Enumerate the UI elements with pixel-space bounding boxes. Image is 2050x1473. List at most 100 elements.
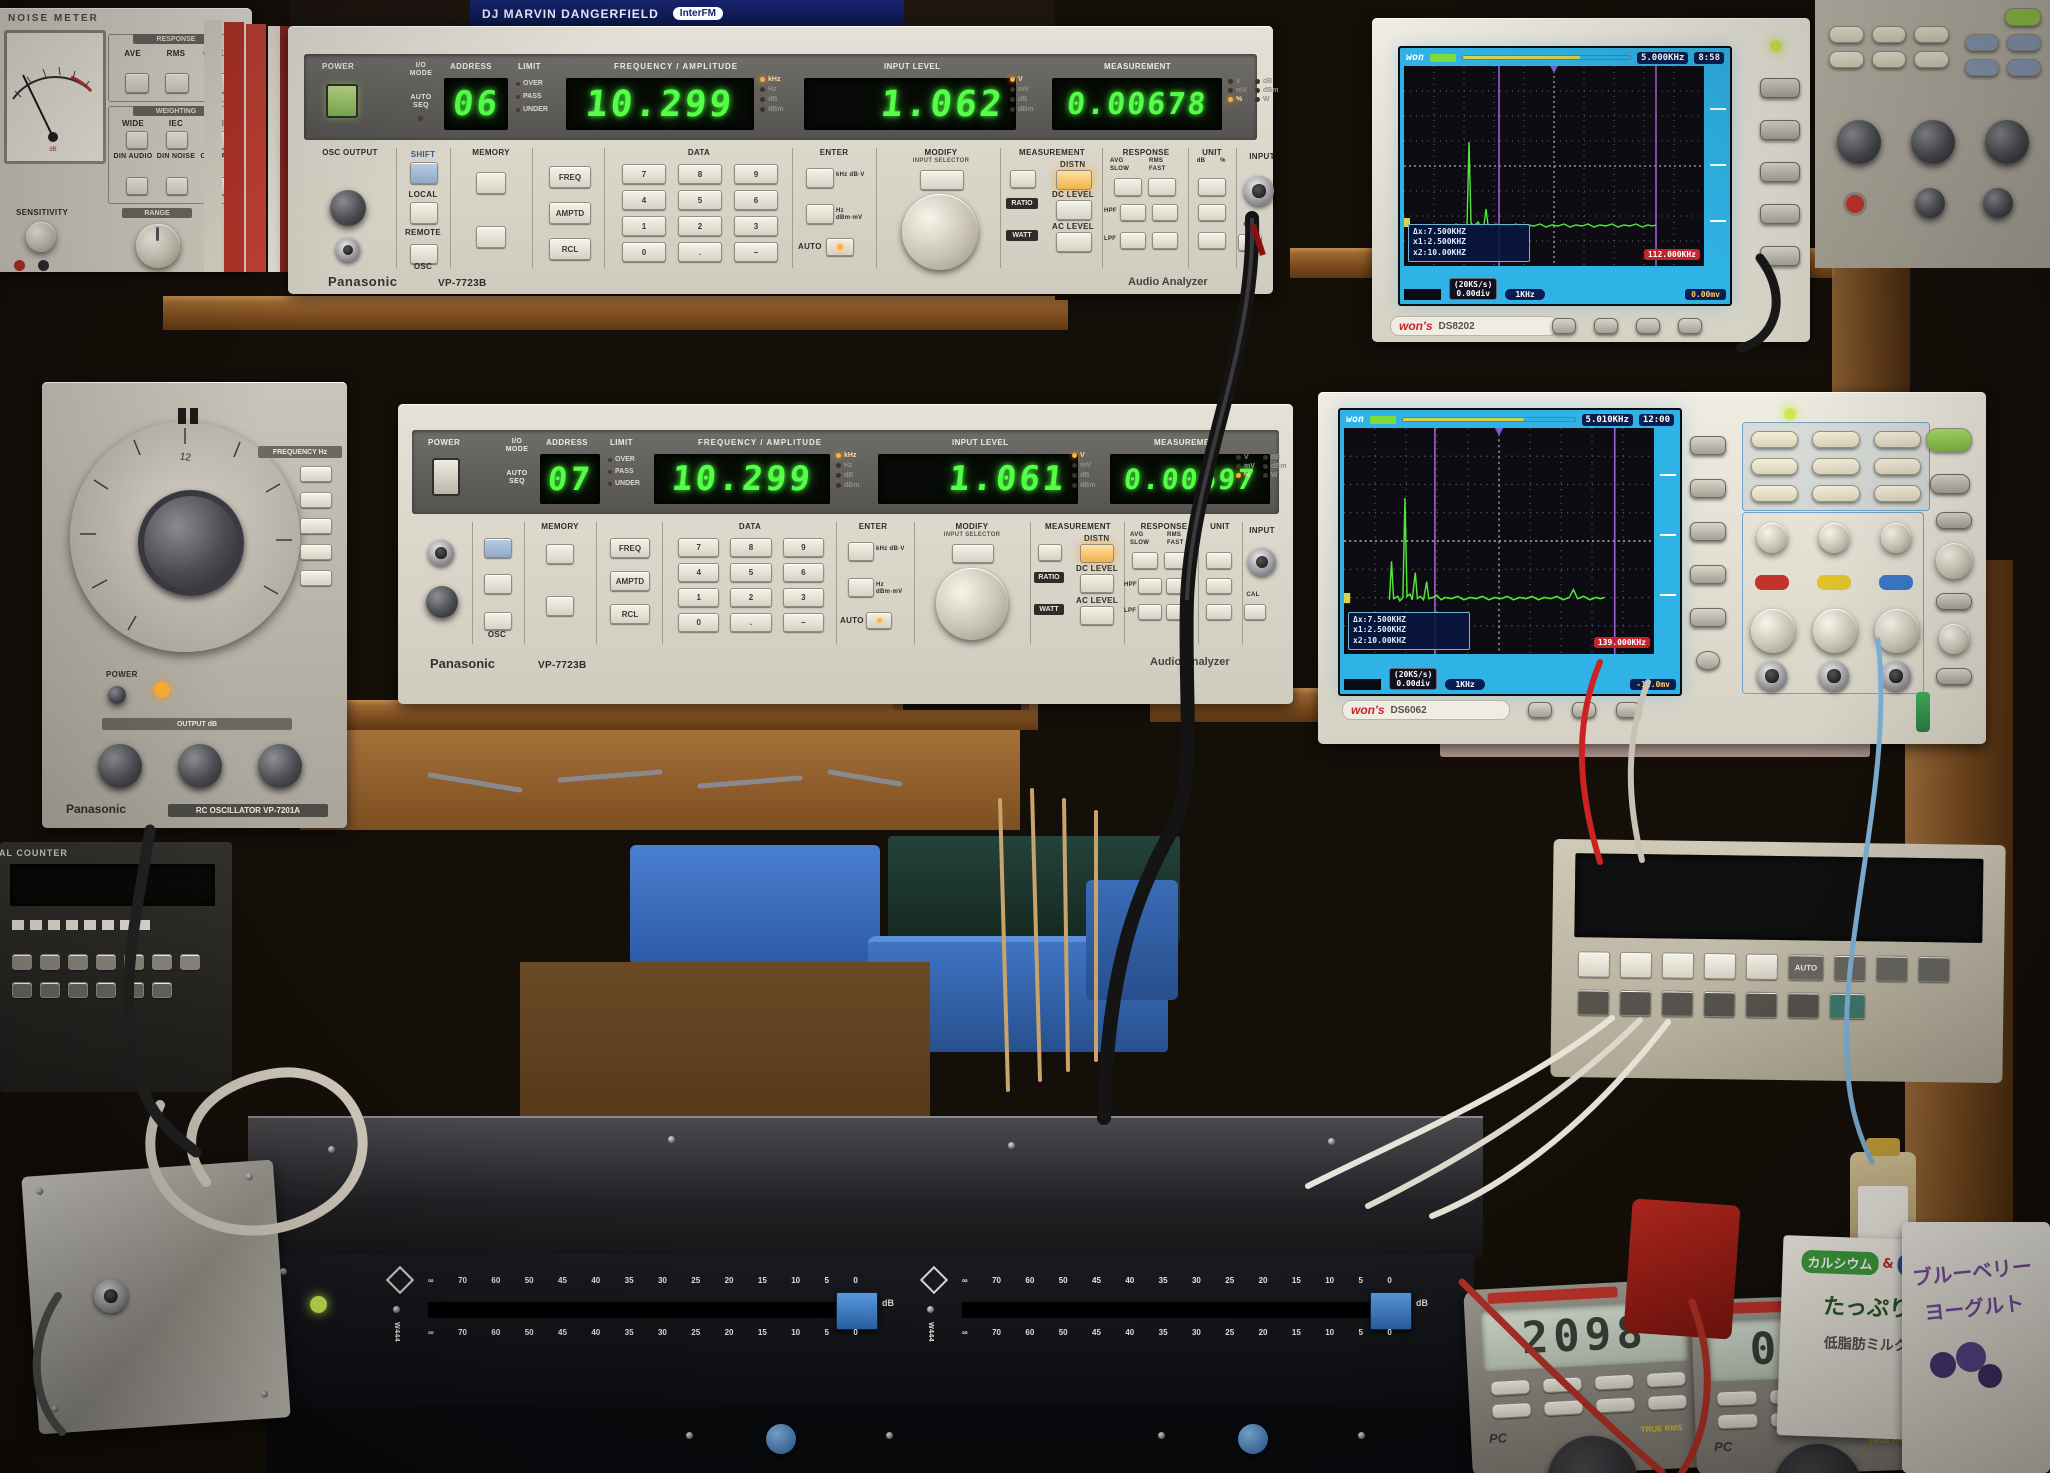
bench-key[interactable]: [1876, 955, 1908, 981]
meter-rotary-dial[interactable]: [1545, 1434, 1640, 1473]
keypad-key[interactable]: 4: [622, 190, 666, 210]
menu-key[interactable]: [1751, 431, 1798, 448]
trigger-level-knob[interactable]: [1939, 624, 1969, 654]
memory-key[interactable]: [476, 172, 506, 194]
input-jack-red[interactable]: [14, 260, 25, 271]
ch2-scale-knob[interactable]: [1813, 609, 1857, 653]
modify-key[interactable]: [920, 170, 964, 190]
timebase-knob[interactable]: [1936, 543, 1972, 579]
enter-key-hz[interactable]: [806, 204, 834, 224]
dip-switch[interactable]: [12, 920, 24, 930]
unit-key[interactable]: [1206, 552, 1232, 569]
distn-key[interactable]: [1080, 544, 1114, 563]
h-menu-button[interactable]: [1936, 512, 1972, 529]
bench-key[interactable]: [1620, 952, 1652, 978]
ch2-position-knob[interactable]: [1819, 523, 1849, 553]
keypad-key[interactable]: 7: [622, 164, 666, 184]
keypad-key[interactable]: 2: [730, 588, 771, 607]
counter-key[interactable]: [40, 982, 60, 998]
counter-key[interactable]: [152, 954, 172, 970]
keypad-key[interactable]: 5: [678, 190, 722, 210]
output-level-knob[interactable]: [258, 744, 302, 788]
keypad-key[interactable]: 0: [622, 242, 666, 262]
response-key[interactable]: [1132, 552, 1158, 569]
measurement-mode-key[interactable]: [1010, 170, 1036, 188]
filter-key[interactable]: [1206, 604, 1232, 620]
dip-switch[interactable]: [84, 920, 96, 930]
keypad-key[interactable]: 7: [678, 538, 719, 557]
keypad-key[interactable]: −: [734, 242, 778, 262]
bench-key[interactable]: [1746, 954, 1778, 980]
meter-key[interactable]: [1542, 1376, 1583, 1393]
menu-key[interactable]: [1812, 431, 1859, 448]
bottom-menu-button[interactable]: [1678, 318, 1702, 334]
cal-key[interactable]: [1244, 604, 1266, 620]
dip-switch[interactable]: [66, 920, 78, 930]
aux-blue-key[interactable]: [2007, 34, 2041, 51]
shift-key[interactable]: [410, 162, 438, 184]
fn-key[interactable]: RCL: [549, 238, 591, 260]
keypad-key[interactable]: .: [678, 242, 722, 262]
dc-level-key[interactable]: [1056, 200, 1092, 220]
osc-onoff-key[interactable]: [484, 612, 512, 630]
meter-key[interactable]: [1646, 1371, 1687, 1388]
bottom-menu-button[interactable]: [1594, 318, 1618, 334]
ave-key[interactable]: [125, 73, 149, 93]
fn-key[interactable]: RCL: [610, 604, 650, 624]
menu-key[interactable]: [1751, 485, 1798, 502]
lpf-key[interactable]: [1166, 604, 1190, 620]
menu-f4-button[interactable]: [1690, 565, 1726, 584]
weighting-key[interactable]: [126, 177, 148, 195]
rack-knob-blue[interactable]: [766, 1424, 796, 1454]
weighting-key[interactable]: [166, 131, 188, 149]
range-key[interactable]: [300, 466, 332, 482]
aux-knob-small[interactable]: [1915, 188, 1945, 218]
aux-blue-key[interactable]: [1965, 34, 1999, 51]
menu-f4-button[interactable]: [1760, 204, 1800, 224]
keypad-key[interactable]: 8: [730, 538, 771, 557]
keypad-key[interactable]: 6: [734, 190, 778, 210]
menu-key[interactable]: [1874, 458, 1921, 475]
lpf-key[interactable]: [1120, 232, 1146, 249]
menu-f5-button[interactable]: [1760, 246, 1800, 266]
range-key[interactable]: [300, 518, 332, 534]
aux-blue-key[interactable]: [1965, 59, 1999, 76]
dip-switch[interactable]: [102, 920, 114, 930]
bottom-menu-button[interactable]: [1616, 702, 1640, 718]
aux-key[interactable]: [1914, 26, 1949, 43]
bench-key[interactable]: [1619, 990, 1651, 1016]
range-key[interactable]: [300, 544, 332, 560]
sensitivity-knob[interactable]: [26, 222, 56, 252]
menu-f2-button[interactable]: [1760, 120, 1800, 140]
counter-key[interactable]: [180, 954, 200, 970]
bench-key[interactable]: [1661, 990, 1693, 1016]
fader-handle[interactable]: [1370, 1292, 1412, 1330]
aux-knob[interactable]: [1837, 120, 1881, 164]
dip-switch[interactable]: [120, 920, 132, 930]
hpf-key[interactable]: [1120, 204, 1146, 221]
menu-f1-button[interactable]: [1690, 436, 1726, 455]
keypad-key[interactable]: 9: [734, 164, 778, 184]
aux-key[interactable]: [1914, 51, 1949, 68]
keypad-key[interactable]: 2: [678, 216, 722, 236]
bench-key[interactable]: [1703, 991, 1735, 1017]
aux-knob-small[interactable]: [1983, 188, 2013, 218]
meter-key[interactable]: [1595, 1397, 1636, 1414]
keypad-key[interactable]: 1: [622, 216, 666, 236]
aux-key[interactable]: [1872, 26, 1907, 43]
bench-key[interactable]: [1662, 952, 1694, 978]
modify-knob[interactable]: [902, 194, 978, 270]
response-key[interactable]: [1148, 178, 1176, 196]
memory-key[interactable]: [476, 226, 506, 248]
enter-key-khz[interactable]: [848, 542, 874, 561]
counter-key[interactable]: [12, 982, 32, 998]
input-jack-black[interactable]: [38, 260, 49, 271]
unit-key[interactable]: [1198, 178, 1226, 196]
fader-handle[interactable]: [836, 1292, 878, 1330]
run-stop-button[interactable]: [1930, 474, 1970, 494]
hpf-key[interactable]: [1166, 578, 1190, 594]
counter-key[interactable]: [152, 982, 172, 998]
memory-key[interactable]: [546, 596, 574, 616]
osc-output-bnc[interactable]: [336, 238, 360, 262]
distn-key[interactable]: [1056, 170, 1092, 190]
